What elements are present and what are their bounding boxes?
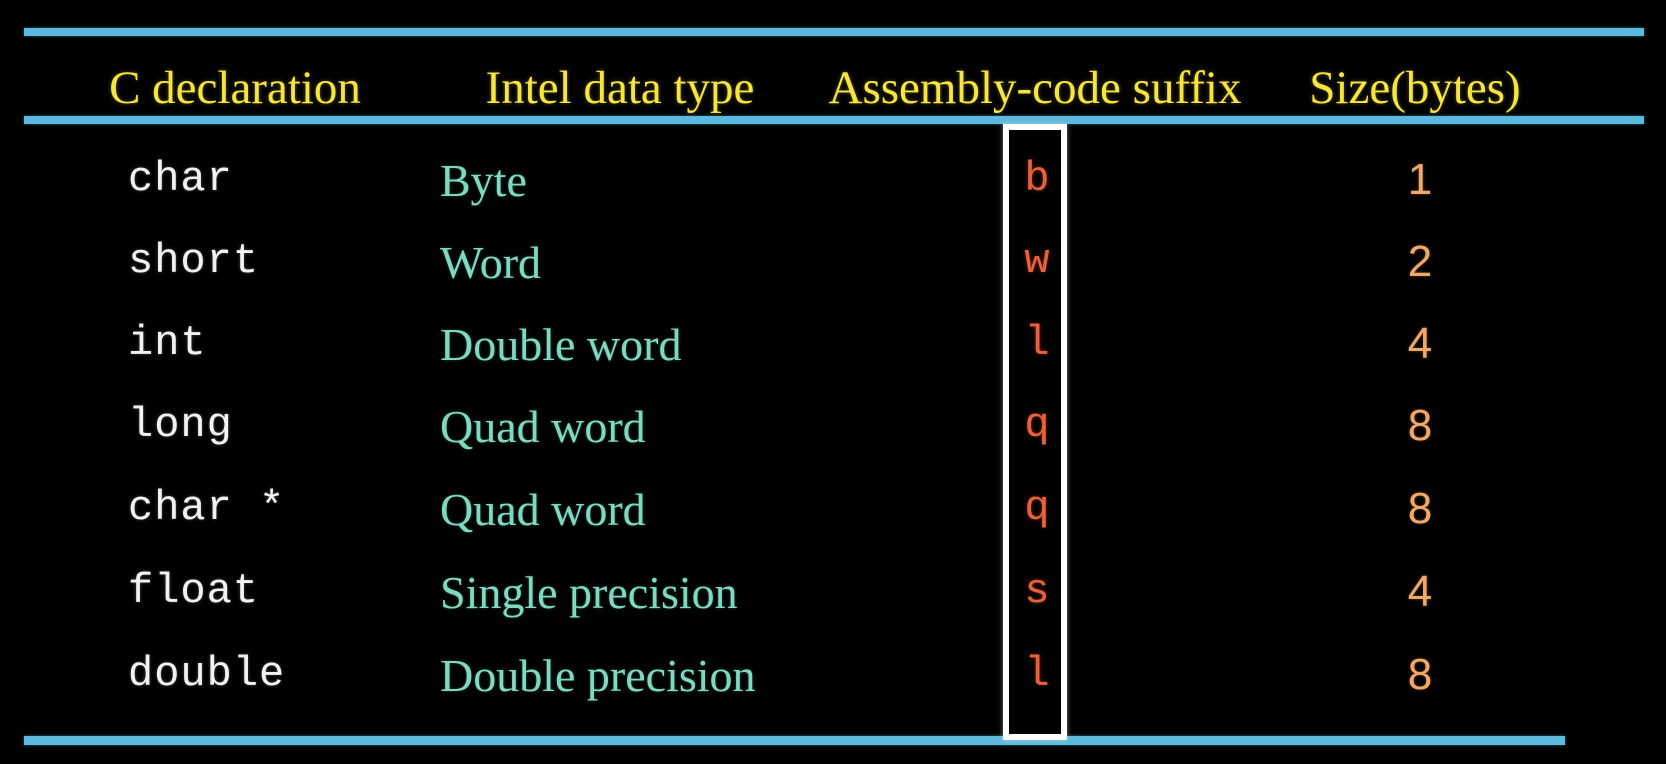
cell-intel-data-type: Single precision: [440, 567, 738, 618]
cell-intel-data-type: Quad word: [440, 484, 646, 535]
cell-c-declaration: short: [128, 237, 260, 285]
cell-size-bytes: 2: [1407, 237, 1433, 286]
slide-canvas: C declaration Intel data type Assembly-c…: [0, 0, 1666, 764]
cell-intel-data-type: Word: [440, 237, 542, 288]
cell-size-bytes: 8: [1407, 401, 1433, 450]
suffix-column-highlight-box: [1003, 124, 1067, 740]
cell-size-bytes: 4: [1407, 567, 1433, 616]
data-type-table: C declaration Intel data type Assembly-c…: [0, 0, 1666, 764]
cell-c-declaration: double: [128, 650, 286, 698]
cell-intel-data-type: Double precision: [440, 650, 756, 701]
cell-c-declaration: float: [128, 567, 260, 615]
cell-size-bytes: 8: [1407, 484, 1433, 533]
column-header-c-declaration: C declaration: [109, 62, 361, 114]
cell-size-bytes: 8: [1407, 650, 1433, 699]
column-header-intel-data-type: Intel data type: [485, 62, 755, 114]
cell-c-declaration: char *: [128, 484, 286, 532]
cell-intel-data-type: Quad word: [440, 401, 646, 452]
cell-c-declaration: long: [128, 401, 233, 449]
cell-c-declaration: char: [128, 155, 233, 203]
cell-intel-data-type: Double word: [440, 319, 682, 370]
cell-intel-data-type: Byte: [440, 155, 527, 206]
cell-size-bytes: 1: [1407, 155, 1433, 204]
cell-size-bytes: 4: [1407, 319, 1433, 368]
cell-c-declaration: int: [128, 319, 207, 367]
column-header-size-bytes: Size(bytes): [1309, 62, 1521, 114]
column-header-assembly-code-suffix: Assembly-code suffix: [828, 62, 1242, 114]
